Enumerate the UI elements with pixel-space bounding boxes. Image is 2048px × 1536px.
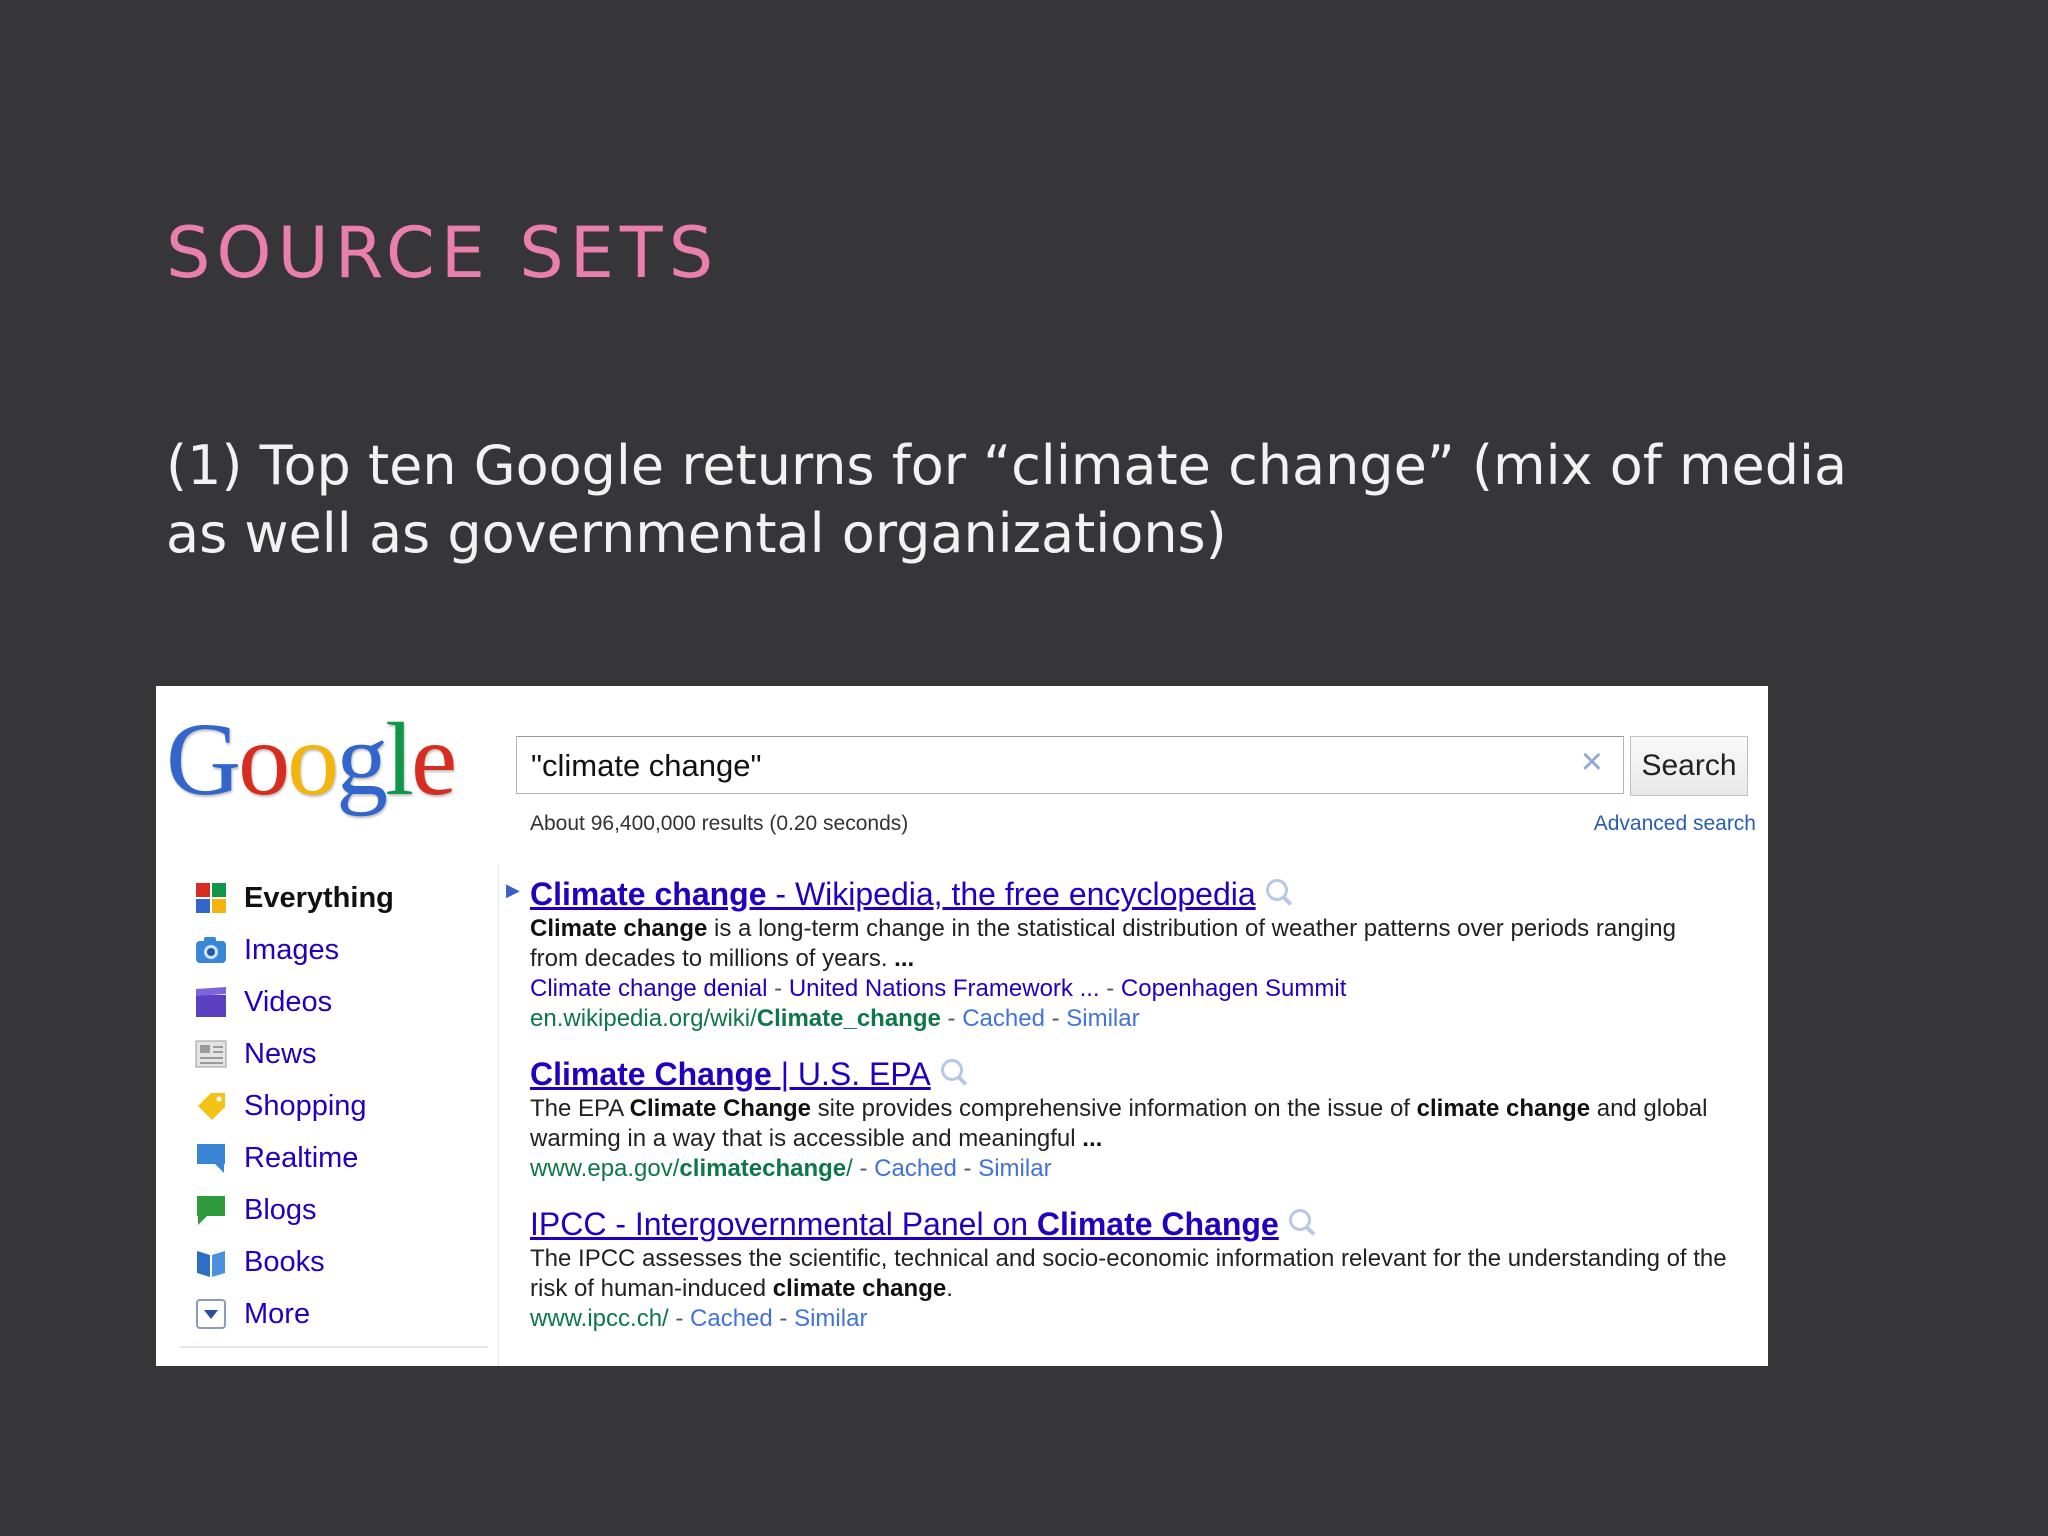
similar-link[interactable]: Similar (978, 1155, 1051, 1182)
dropdown-icon (194, 1297, 228, 1331)
sidebar-item-label: More (244, 1297, 311, 1330)
clear-icon[interactable]: × (1581, 743, 1603, 781)
logo-letter: e (411, 702, 457, 817)
result-title-link[interactable]: Climate Change | U.S. EPA (530, 1056, 931, 1092)
result-arrow-icon: ▶ (506, 880, 520, 900)
preview-magnifier-icon[interactable] (940, 1059, 963, 1081)
sidebar-item-label: Books (244, 1245, 325, 1278)
sitelink-climate-change-denial[interactable]: Climate change denial (530, 975, 767, 1002)
google-results-screenshot: Google "climate change" × Search About 9… (156, 686, 1768, 1366)
snippet-text: The IPCC assesses the scientific, techni… (530, 1245, 1727, 1302)
similar-link[interactable]: Similar (794, 1305, 867, 1332)
result-item: Climate Change | U.S. EPA The EPA Climat… (530, 1054, 1730, 1184)
cached-link[interactable]: Cached (874, 1155, 957, 1182)
logo-letter: l (385, 702, 414, 817)
snippet-bold: ... (894, 945, 915, 972)
sitelink-copenhagen-summit[interactable]: Copenhagen Summit (1121, 975, 1346, 1002)
sidebar-item-everything[interactable]: Everything (194, 872, 474, 924)
result-snippet: Climate change is a long-term change in … (530, 914, 1730, 974)
url-text: / (846, 1155, 853, 1182)
result-snippet: The IPCC assesses the scientific, techni… (530, 1244, 1730, 1304)
sidebar-bottom-divider (180, 1346, 488, 1348)
sidebar-item-books[interactable]: Books (194, 1236, 474, 1288)
result-item: ▶ Climate change - Wikipedia, the free e… (506, 874, 1730, 1034)
result-title-rest: | U.S. EPA (771, 1056, 931, 1092)
sidebar-item-news[interactable]: News (194, 1028, 474, 1080)
camera-icon (194, 933, 228, 967)
snippet-bold: Climate change (530, 915, 708, 942)
result-title-rest: IPCC - Intergovernmental Panel on (530, 1206, 1037, 1242)
slide-title: SOURCE SETS (166, 212, 720, 294)
sidebar-item-label: Realtime (244, 1141, 359, 1174)
url-bold: climatechange (679, 1155, 847, 1182)
url-bold: Climate_change (756, 1005, 941, 1032)
result-url: www.epa.gov/climatechange/ (530, 1155, 853, 1182)
preview-magnifier-icon[interactable] (1265, 879, 1288, 901)
sidebar: Everything Images Videos News Shopping R… (194, 872, 474, 1340)
everything-icon (194, 881, 228, 915)
search-results: ▶ Climate change - Wikipedia, the free e… (506, 874, 1730, 1354)
sidebar-item-more[interactable]: More (194, 1288, 474, 1340)
sidebar-item-realtime[interactable]: Realtime (194, 1132, 474, 1184)
result-snippet: The EPA Climate Change site provides com… (530, 1094, 1730, 1154)
search-button[interactable]: Search (1630, 736, 1748, 796)
sidebar-item-images[interactable]: Images (194, 924, 474, 976)
sidebar-item-label: News (244, 1037, 317, 1070)
snippet-bold: climate change (1416, 1095, 1591, 1122)
sidebar-item-blogs[interactable]: Blogs (194, 1184, 474, 1236)
snippet-text: site provides comprehensive information … (810, 1095, 1417, 1122)
sidebar-item-shopping[interactable]: Shopping (194, 1080, 474, 1132)
result-item: IPCC - Intergovernmental Panel on Climat… (530, 1204, 1730, 1334)
sidebar-item-label: Shopping (244, 1089, 367, 1122)
snippet-text: . (946, 1275, 953, 1302)
advanced-search-link[interactable]: Advanced search (1594, 812, 1756, 836)
logo-letter: g (336, 702, 388, 817)
sidebar-item-label: Everything (244, 881, 394, 914)
result-sitelinks: Climate change denial - United Nations F… (530, 975, 1347, 1002)
tag-icon (194, 1089, 228, 1123)
sitelink-un-framework[interactable]: United Nations Framework ... (789, 975, 1100, 1002)
snippet-bold: ... (1082, 1125, 1103, 1152)
logo-letter: G (166, 702, 241, 817)
result-url: www.ipcc.ch/ (530, 1305, 669, 1332)
result-url-line: en.wikipedia.org/wiki/Climate_change - C… (530, 1005, 1140, 1032)
sidebar-item-label: Images (244, 933, 340, 966)
result-url: en.wikipedia.org/wiki/Climate_change (530, 1005, 941, 1032)
cached-link[interactable]: Cached (690, 1305, 773, 1332)
google-logo[interactable]: Google (166, 708, 457, 812)
result-url-line: www.ipcc.ch/ - Cached - Similar (530, 1305, 868, 1332)
book-icon (194, 1245, 228, 1279)
blog-bubble-icon (194, 1193, 228, 1227)
film-icon (194, 985, 228, 1019)
similar-link[interactable]: Similar (1066, 1005, 1139, 1032)
logo-letter: o (238, 702, 290, 817)
search-input[interactable]: "climate change" × (516, 736, 1624, 794)
preview-magnifier-icon[interactable] (1288, 1209, 1311, 1231)
snippet-bold: Climate Change (629, 1095, 811, 1122)
url-text: en.wikipedia.org/wiki/ (530, 1005, 757, 1032)
result-url-line: www.epa.gov/climatechange/ - Cached - Si… (530, 1155, 1052, 1182)
newspaper-icon (194, 1037, 228, 1071)
result-title-link[interactable]: Climate change - Wikipedia, the free enc… (530, 876, 1256, 912)
speech-bubble-icon (194, 1141, 228, 1175)
result-title-link[interactable]: IPCC - Intergovernmental Panel on Climat… (530, 1206, 1279, 1242)
cached-link[interactable]: Cached (962, 1005, 1045, 1032)
snippet-text: The EPA (530, 1095, 630, 1122)
search-query-text[interactable]: "climate change" (531, 748, 762, 784)
result-title-rest: - Wikipedia, the free encyclopedia (766, 876, 1256, 912)
result-title-bold: Climate change (530, 876, 767, 912)
logo-letter: o (287, 702, 339, 817)
results-stats: About 96,400,000 results (0.20 seconds) (530, 812, 909, 835)
sidebar-item-videos[interactable]: Videos (194, 976, 474, 1028)
slide-body-text: (1) Top ten Google returns for “climate … (166, 434, 1848, 565)
snippet-bold: climate change (772, 1275, 947, 1302)
sidebar-item-label: Videos (244, 985, 333, 1018)
sidebar-item-label: Blogs (244, 1193, 317, 1226)
result-title-bold: Climate Change (530, 1056, 772, 1092)
result-title-bold: Climate Change (1036, 1206, 1279, 1242)
sidebar-divider (498, 864, 499, 1366)
url-text: www.epa.gov/ (530, 1155, 680, 1182)
